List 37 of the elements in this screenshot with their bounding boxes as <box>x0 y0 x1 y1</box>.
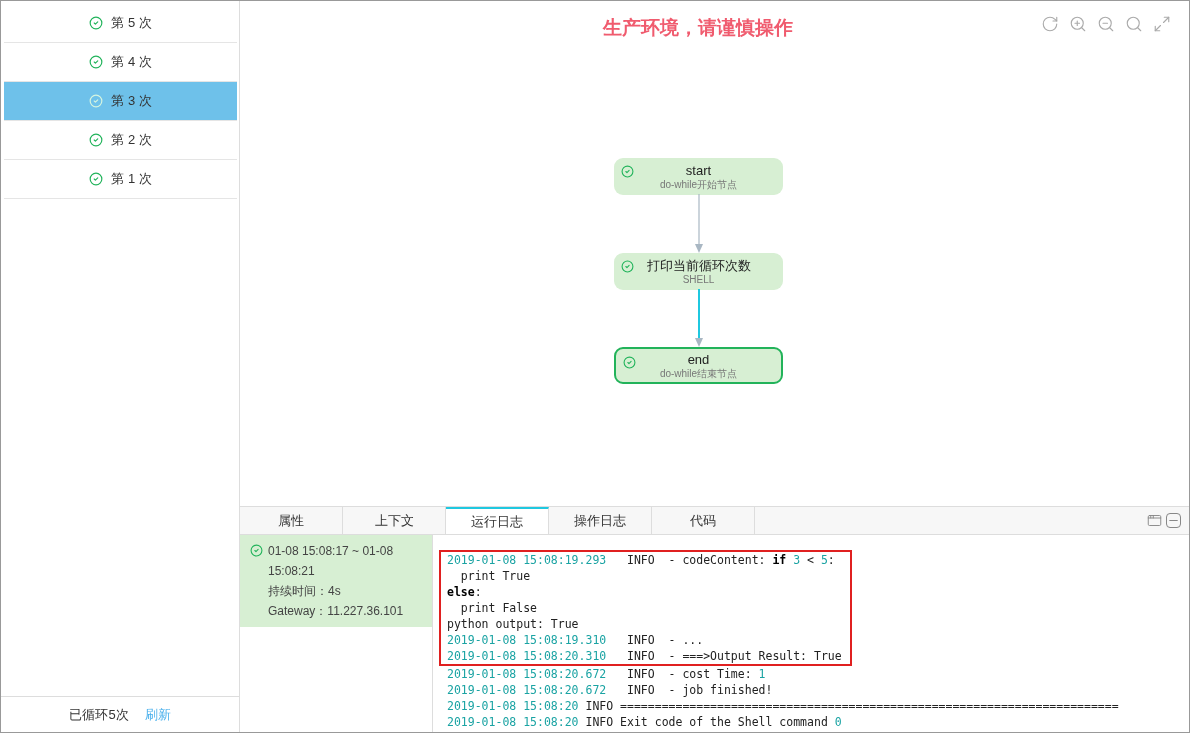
panel-tab[interactable]: 代码 <box>652 507 755 534</box>
log-line: print True <box>459 568 531 584</box>
log-line: 2019-01-08 15:08:20 INFO ======================================================================== <box>447 698 1119 714</box>
gateway-text: Gateway：11.227.36.101 <box>268 603 405 620</box>
log-line: 2019-01-08 15:08:19.310 INFO - ... <box>447 632 704 648</box>
log-line: python output: True <box>447 616 579 632</box>
panel-tab[interactable]: 属性 <box>240 507 343 534</box>
node-title: 打印当前循环次数 <box>646 257 751 274</box>
log-line: 2019-01-08 15:08:20.672 INFO - cost Time: 1 <box>447 666 766 682</box>
node-subtitle: SHELL <box>682 273 715 286</box>
refresh-icon[interactable] <box>1041 15 1059 33</box>
flow-node[interactable]: 打印当前循环次数 SHELL <box>614 253 783 290</box>
flow-node[interactable]: end do-while结束节点 <box>614 347 783 384</box>
panel-tab[interactable]: 操作日志 <box>549 507 652 534</box>
restore-icon[interactable] <box>1147 513 1162 528</box>
minimize-icon[interactable] <box>1166 513 1181 528</box>
node-title: end <box>687 351 710 368</box>
fullscreen-icon[interactable] <box>1153 15 1171 33</box>
node-subtitle: do-while开始节点 <box>659 178 738 191</box>
panel-tab[interactable]: 运行日志 <box>446 507 549 534</box>
search-icon[interactable] <box>1125 15 1143 33</box>
log-line: 2019-01-08 15:08:20.672 INFO - job finished! <box>447 682 773 698</box>
zoom-out-icon[interactable] <box>1097 15 1115 33</box>
run-duration: 持续时间：4s <box>268 583 342 600</box>
node-subtitle: do-while结束节点 <box>659 367 738 380</box>
run-time: 01-08 15:08:17 ~ 01-08 15:08:21 <box>268 543 395 580</box>
node-title: start <box>685 162 712 179</box>
log-line: 2019-01-08 15:08:20.310 INFO - ===>Output Result: True <box>447 648 842 664</box>
warning-text: 生产环境，请谨慎操作 <box>601 16 794 40</box>
zoom-in-icon[interactable] <box>1069 15 1087 33</box>
log-line: else: <box>447 584 482 600</box>
log-line: print False <box>459 600 537 616</box>
log-line: 2019-01-08 15:08:19.293 INFO - codeContent: if 3 < 5: <box>447 552 835 568</box>
log-line: 2019-01-08 15:08:20 INFO Exit code of the Shell command 0 <box>447 714 842 730</box>
flow-node[interactable]: start do-while开始节点 <box>614 158 783 195</box>
loop-count: 已循环5次 <box>69 705 129 724</box>
iteration-item[interactable]: 第 3 次 <box>4 82 237 121</box>
